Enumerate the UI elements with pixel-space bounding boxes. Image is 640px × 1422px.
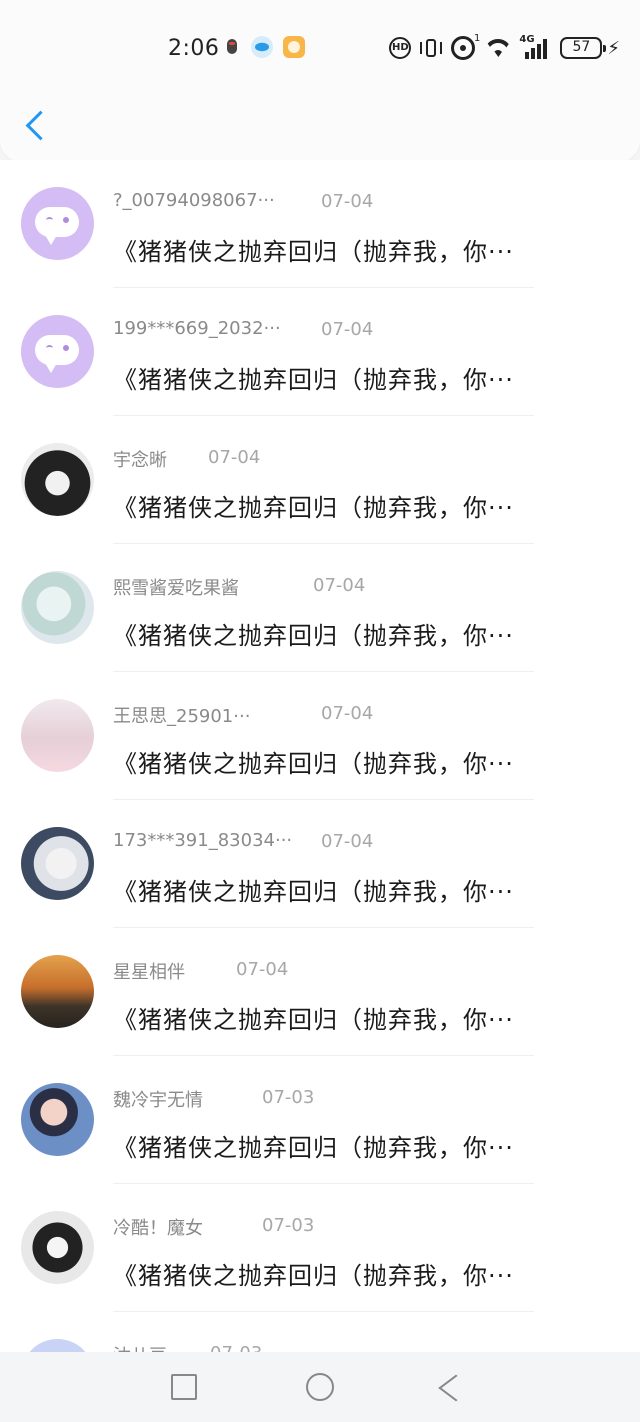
battery-icon: 57 (560, 37, 607, 59)
top-bar: 2:06 HD 1 4G 57 ⚡ (0, 0, 640, 162)
avatar[interactable] (21, 955, 94, 1028)
message-date: 07-03 (262, 1087, 315, 1108)
wifi-icon (484, 37, 512, 59)
vibrate-icon (420, 37, 443, 59)
hotspot-count: 1 (473, 33, 481, 44)
list-item[interactable]: ?_00794098067··· 07-04 《猪猪侠之抛弃回归（抛弃我，你··… (0, 160, 640, 288)
message-preview: 《猪猪侠之抛弃回归（抛弃我，你··· (113, 494, 514, 522)
chat-app-icon (283, 36, 305, 58)
sender-name[interactable]: 王思思_25901··· (113, 702, 250, 728)
list-item[interactable]: 星星相伴 07-04 《猪猪侠之抛弃回归（抛弃我，你··· (0, 928, 640, 1056)
sender-name[interactable]: 冷酷！魔女 (113, 1214, 203, 1240)
message-date: 07-03 (262, 1215, 315, 1236)
message-date: 07-04 (321, 703, 374, 724)
avatar[interactable] (21, 1211, 94, 1284)
list-item[interactable]: 沐儿豆 07-03 (0, 1312, 640, 1352)
list-item[interactable]: 冷酷！魔女 07-03 《猪猪侠之抛弃回归（抛弃我，你··· (0, 1184, 640, 1312)
status-bar: 2:06 HD 1 4G 57 ⚡ (0, 28, 640, 68)
list-item[interactable]: 熙雪酱爱吃果酱 07-04 《猪猪侠之抛弃回归（抛弃我，你··· (0, 544, 640, 672)
hd-voice-icon: HD (389, 37, 412, 59)
message-preview: 《猪猪侠之抛弃回归（抛弃我，你··· (113, 238, 514, 266)
sender-name[interactable]: 熙雪酱爱吃果酱 (113, 574, 239, 600)
sender-name[interactable]: 173***391_83034··· (113, 830, 292, 851)
message-preview: 《猪猪侠之抛弃回归（抛弃我，你··· (113, 878, 514, 906)
browser-app-icon (251, 36, 273, 58)
screen-recorder-icon (221, 36, 243, 58)
square-icon[interactable] (171, 1374, 197, 1400)
message-date: 07-04 (313, 575, 366, 596)
message-date: 07-04 (208, 447, 261, 468)
sender-name[interactable]: 星星相伴 (113, 958, 185, 984)
message-preview: 《猪猪侠之抛弃回归（抛弃我，你··· (113, 750, 514, 778)
avatar[interactable] (21, 315, 94, 388)
message-preview: 《猪猪侠之抛弃回归（抛弃我，你··· (113, 622, 514, 650)
list-item[interactable]: 173***391_83034··· 07-04 《猪猪侠之抛弃回归（抛弃我，你… (0, 800, 640, 928)
message-preview: 《猪猪侠之抛弃回归（抛弃我，你··· (113, 1262, 514, 1290)
message-list: ?_00794098067··· 07-04 《猪猪侠之抛弃回归（抛弃我，你··… (0, 160, 640, 1352)
avatar[interactable] (21, 1083, 94, 1156)
message-preview: 《猪猪侠之抛弃回归（抛弃我，你··· (113, 1134, 514, 1162)
sender-name[interactable]: 199***669_2032··· (113, 318, 281, 339)
network-type-label: 4G (519, 34, 535, 45)
avatar[interactable] (21, 187, 94, 260)
avatar[interactable] (21, 443, 94, 516)
message-date: 07-03 (210, 1343, 262, 1352)
system-nav-bar (0, 1352, 640, 1422)
cellular-signal-icon: 4G (519, 34, 548, 59)
message-date: 07-04 (321, 191, 374, 212)
sender-name[interactable]: ?_00794098067··· (113, 190, 275, 211)
charging-icon: ⚡ (607, 37, 620, 59)
status-time: 2:06 (168, 36, 220, 61)
chevron-left-icon[interactable] (22, 112, 52, 142)
message-preview: 《猪猪侠之抛弃回归（抛弃我，你··· (113, 1006, 514, 1034)
sender-name[interactable]: 沐儿豆 (113, 1342, 167, 1352)
sender-name[interactable]: 宇念晰 (113, 446, 167, 472)
avatar[interactable] (21, 827, 94, 900)
message-date: 07-04 (321, 831, 374, 852)
circle-home-icon[interactable] (306, 1373, 334, 1401)
list-item[interactable]: 宇念晰 07-04 《猪猪侠之抛弃回归（抛弃我，你··· (0, 416, 640, 544)
avatar[interactable] (21, 699, 94, 772)
message-date: 07-04 (236, 959, 289, 980)
avatar[interactable] (21, 571, 94, 644)
triangle-back-icon[interactable] (441, 1374, 467, 1400)
list-item[interactable]: 王思思_25901··· 07-04 《猪猪侠之抛弃回归（抛弃我，你··· (0, 672, 640, 800)
avatar[interactable] (21, 1339, 94, 1352)
list-item[interactable]: 199***669_2032··· 07-04 《猪猪侠之抛弃回归（抛弃我，你·… (0, 288, 640, 416)
sender-name[interactable]: 魏冷宇无情 (113, 1086, 203, 1112)
status-icons: HD 1 4G 57 ⚡ (389, 33, 620, 62)
hotspot-icon: 1 (451, 33, 480, 60)
message-date: 07-04 (321, 319, 374, 340)
list-item[interactable]: 魏冷宇无情 07-03 《猪猪侠之抛弃回归（抛弃我，你··· (0, 1056, 640, 1184)
message-preview: 《猪猪侠之抛弃回归（抛弃我，你··· (113, 366, 514, 394)
